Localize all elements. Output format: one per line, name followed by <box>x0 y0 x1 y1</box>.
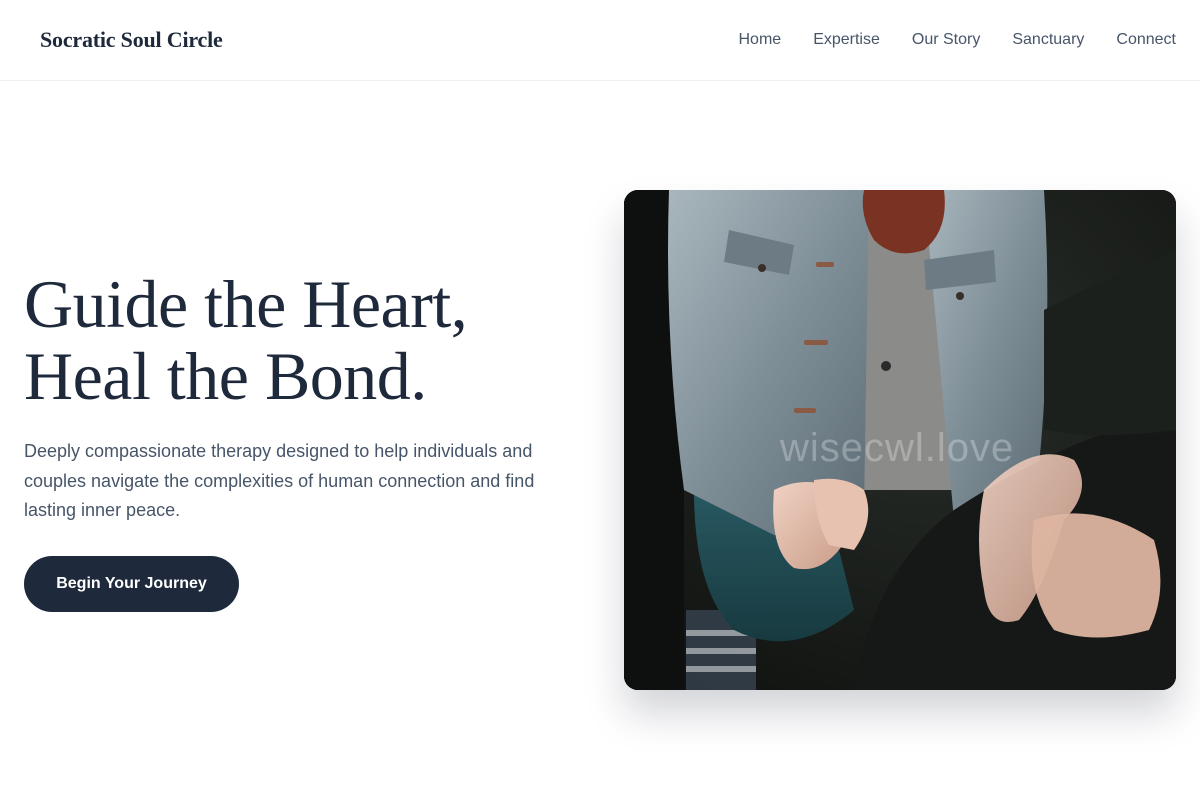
nav-expertise[interactable]: Expertise <box>813 30 880 50</box>
nav-connect[interactable]: Connect <box>1116 30 1176 50</box>
site-header: Socratic Soul Circle Home Expertise Our … <box>0 0 1200 81</box>
hero-subtitle: Deeply compassionate therapy designed to… <box>24 441 535 520</box>
begin-journey-button[interactable]: Begin Your Journey <box>24 556 239 612</box>
nav-our-story[interactable]: Our Story <box>912 30 980 50</box>
image-watermark: wisecwl.love <box>780 426 1015 470</box>
hero-title-line-2: Heal the Bond. <box>24 338 427 414</box>
main-nav: Home Expertise Our Story Sanctuary Conne… <box>739 30 1177 50</box>
brand-logo[interactable]: Socratic Soul Circle <box>40 27 223 53</box>
hero-title-line-1: Guide the Heart, <box>24 266 468 342</box>
nav-home[interactable]: Home <box>739 30 782 50</box>
hero-photo: wisecwl.love <box>624 190 1176 690</box>
hero-title: Guide the Heart, Heal the Bond. <box>24 268 584 412</box>
nav-sanctuary[interactable]: Sanctuary <box>1012 30 1084 50</box>
